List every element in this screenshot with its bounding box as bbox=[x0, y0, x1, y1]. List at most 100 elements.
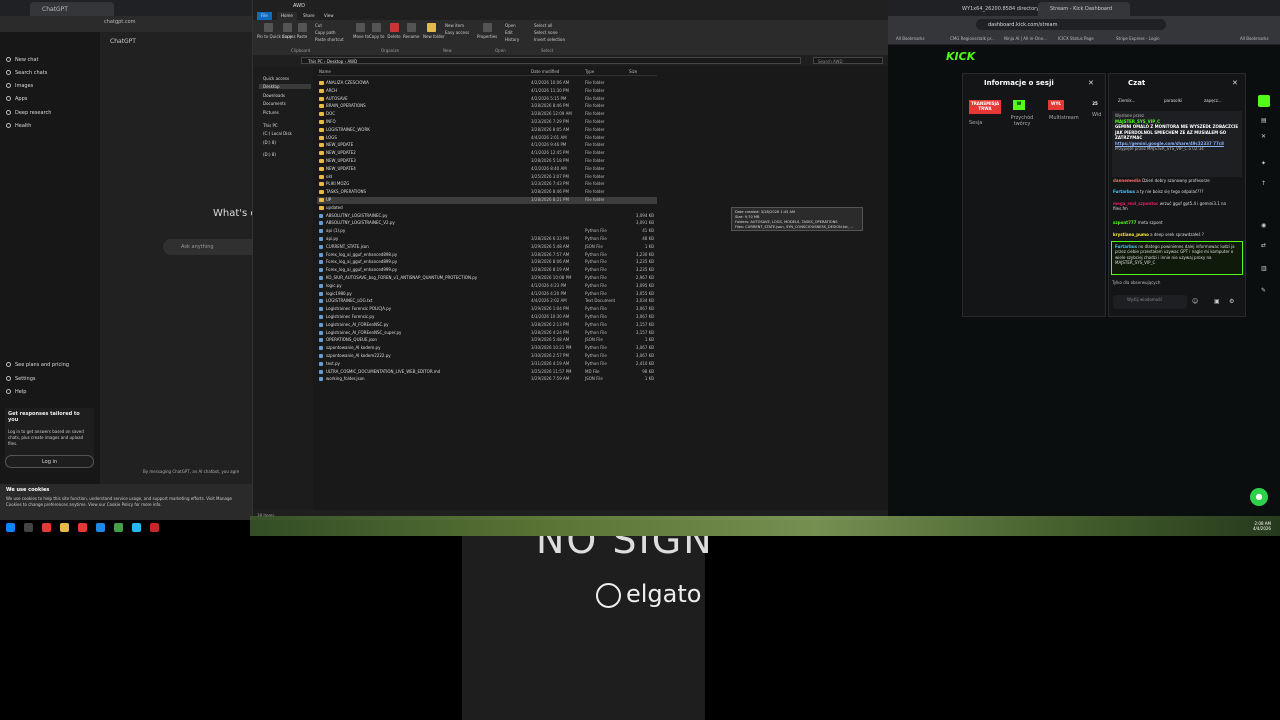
nav-drive-d[interactable]: (D:) 8) bbox=[263, 140, 276, 145]
nav-downloads[interactable]: Downloads bbox=[263, 93, 285, 98]
check-icon[interactable] bbox=[1258, 95, 1270, 107]
ribbon-tab-file[interactable]: File bbox=[257, 12, 272, 20]
app-icon[interactable] bbox=[42, 523, 51, 532]
app-icon[interactable] bbox=[132, 523, 141, 532]
edit-button[interactable]: Edit bbox=[505, 30, 513, 35]
start-icon[interactable] bbox=[6, 523, 15, 532]
taskbar-clock[interactable]: 2:08 AM 4/4/2026 bbox=[1253, 521, 1271, 531]
cut-button[interactable]: Cut bbox=[315, 23, 322, 28]
kick-url-field[interactable]: dashboard.kick.com/stream bbox=[976, 19, 1166, 30]
invert-selection-button[interactable]: Invert selection bbox=[534, 37, 565, 42]
chat-top-user[interactable]: parasolki bbox=[1164, 98, 1182, 104]
sidebar-item-new-chat[interactable]: New chat bbox=[6, 57, 38, 63]
file-row[interactable]: PLIKI MOZG 3/23/2026 7:43 PM File folder bbox=[317, 181, 657, 188]
chat-icon[interactable]: ◉ bbox=[1261, 222, 1266, 229]
ribbon-tab-share[interactable]: Share bbox=[299, 12, 319, 20]
file-row[interactable]: NEW_UPDATE4 4/2/2026 8:40 AM File folder bbox=[317, 166, 657, 173]
paste-shortcut-button[interactable]: Paste shortcut bbox=[315, 37, 344, 42]
copy-to-button[interactable]: Copy to bbox=[369, 23, 384, 39]
tab-directory[interactable]: WY1x64_26200.8584 directory bbox=[950, 2, 1039, 16]
sidebar-item-search-chats[interactable]: Search chats bbox=[6, 70, 47, 76]
ribbon-tab-view[interactable]: View bbox=[320, 12, 338, 20]
explorer-address-bar[interactable]: This PC › Desktop › AWD bbox=[301, 57, 801, 64]
bookmark-item[interactable]: All Bookmarks bbox=[1240, 36, 1269, 41]
tools-icon[interactable]: ✦ bbox=[1261, 160, 1266, 167]
nav-this-pc[interactable]: This PC bbox=[263, 123, 278, 128]
copy-path-button[interactable]: Copy path bbox=[315, 30, 336, 35]
sidebar-item-health[interactable]: Health bbox=[6, 123, 31, 129]
easy-access-button[interactable]: Easy access bbox=[445, 30, 469, 35]
bookmark-item[interactable]: Ninja AI | All-in-One... bbox=[1004, 36, 1047, 41]
chat-username[interactable]: dannemedia bbox=[1113, 178, 1141, 183]
file-explorer-icon[interactable] bbox=[60, 523, 69, 532]
emote-icon[interactable]: ☺ bbox=[1192, 298, 1198, 305]
column-type[interactable]: Type bbox=[585, 69, 594, 74]
close-icon[interactable]: ✕ bbox=[1088, 79, 1094, 87]
file-row[interactable]: NEW_UPDATE 4/1/2026 9:46 PM File folder bbox=[317, 142, 657, 149]
file-row[interactable]: Logistrainec_AI_FOREenNSC.py 3/28/2026 2:… bbox=[317, 322, 657, 329]
file-row[interactable]: KO_SIUR_AUTOSAVE_bsg_FOREN_v1_ANTISNAP_Q… bbox=[317, 275, 657, 282]
app-icon[interactable] bbox=[150, 523, 159, 532]
file-row[interactable]: Forex_log_ai_gguf_enhanced898.py 3/28/202… bbox=[317, 252, 657, 259]
paste-button[interactable]: Paste bbox=[295, 23, 309, 39]
app-icon[interactable] bbox=[96, 523, 105, 532]
login-button[interactable]: Log in bbox=[5, 455, 94, 468]
chat-message-input[interactable]: Wyślij wiadomość bbox=[1113, 295, 1187, 309]
file-row[interactable]: Logistrainec Forensic.py 4/3/2026 10:30 A… bbox=[317, 314, 657, 321]
sidebar-item-apps[interactable]: Apps bbox=[6, 96, 27, 102]
nav-drive-d-alt[interactable]: (D:) 8) bbox=[263, 152, 276, 157]
settings-icon[interactable]: ⚙ bbox=[1229, 298, 1234, 305]
chat-top-user[interactable]: zapęcz... bbox=[1204, 98, 1222, 104]
link-icon[interactable]: ⇄ bbox=[1261, 242, 1266, 249]
file-row[interactable]: CURRENT_STATE.json 3/29/2026 5:48 AM JSON … bbox=[317, 244, 657, 251]
file-row[interactable]: LOGS 4/4/2026 2:01 AM File folder bbox=[317, 135, 657, 142]
copy-button[interactable]: Copy bbox=[281, 23, 293, 39]
chat-username[interactable]: szpont777 bbox=[1113, 220, 1136, 225]
close-icon[interactable]: ✕ bbox=[1232, 79, 1238, 87]
kick-logo[interactable]: KICK bbox=[946, 50, 975, 63]
wrench-icon[interactable]: ✎ bbox=[1261, 287, 1266, 294]
file-row[interactable]: NEW_UPDATE3 3/28/2026 5:18 PM File folder bbox=[317, 158, 657, 165]
file-row[interactable]: Forex_log_ai_gguf_enhanced999.py 3/28/202… bbox=[317, 267, 657, 274]
file-row[interactable]: working_folder.json 3/29/2026 7:59 AM JSON… bbox=[317, 376, 657, 383]
file-row[interactable]: szpontowanie_AI kodem.py 3/30/2026 10:21 … bbox=[317, 345, 657, 352]
file-row[interactable]: Forex_log_ai_gguf_enhanced899.py 3/28/202… bbox=[317, 259, 657, 266]
arrow-up-icon[interactable]: ↑ bbox=[1261, 180, 1266, 187]
nav-documents[interactable]: Documents bbox=[263, 101, 286, 106]
nav-quick-access[interactable]: Quick access bbox=[263, 76, 289, 81]
file-row[interactable]: ABSOLUTNY_LOGISTRAINEC.py 3,094 KB bbox=[317, 213, 657, 220]
column-name[interactable]: Name bbox=[319, 69, 331, 74]
app-icon[interactable] bbox=[78, 523, 87, 532]
breadcrumb-desktop[interactable]: Desktop bbox=[327, 59, 344, 64]
file-row[interactable]: logic.py 4/1/2026 4:23 PM Python File 3,095… bbox=[317, 283, 657, 290]
trash-icon[interactable]: ▥ bbox=[1261, 265, 1267, 272]
gift-icon[interactable]: ▣ bbox=[1214, 298, 1220, 305]
file-row[interactable]: ULTRA_COSMIC_DOCUMENTATION_LIVE_WEB_EDIT… bbox=[317, 369, 657, 376]
chatgpt-url-field[interactable]: chatgpt.com bbox=[92, 19, 242, 29]
sidebar-item-settings[interactable]: Settings bbox=[6, 376, 36, 382]
column-size[interactable]: Size bbox=[629, 69, 637, 74]
open-button[interactable]: Open bbox=[505, 23, 516, 28]
breadcrumb-this-pc[interactable]: This PC bbox=[308, 59, 323, 64]
history-button[interactable]: History bbox=[505, 37, 519, 42]
chatgpt-model-selector[interactable]: ChatGPT bbox=[110, 38, 136, 45]
explorer-search-input[interactable]: Search AWD bbox=[813, 57, 883, 64]
file-row[interactable]: test.py 3/31/2026 4:19 AM Python File 2,410… bbox=[317, 361, 657, 368]
sidebar-item-deep-research[interactable]: Deep research bbox=[6, 110, 51, 116]
close-panel-icon[interactable]: ✕ bbox=[1261, 133, 1266, 140]
file-row[interactable]: NEW_UPDATE2 4/1/2026 12:45 PM File folder bbox=[317, 150, 657, 157]
bookmark-item[interactable]: ICICX Status Page bbox=[1058, 36, 1094, 41]
file-row[interactable]: TASKS_OPERATIONS 3/28/2026 8:46 PM File fo… bbox=[317, 189, 657, 196]
move-to-button[interactable]: Move to bbox=[353, 23, 369, 39]
file-row[interactable]: szpontowanie_AI kodem2222.py 3/30/2026 2:… bbox=[317, 353, 657, 360]
delete-button[interactable]: Delete bbox=[387, 23, 401, 39]
file-row[interactable]: updated bbox=[317, 205, 657, 212]
chat-username[interactable]: Furtarbus bbox=[1113, 189, 1135, 194]
file-row[interactable]: api.py 3/28/2026 6:33 PM Python File 48 KB bbox=[317, 236, 657, 243]
file-row[interactable]: ANALIZA CZESCIOWA 4/2/2026 10:06 AM File f… bbox=[317, 80, 657, 87]
sidebar-item-plans[interactable]: See plans and pricing bbox=[6, 362, 69, 368]
pin-quick-access-button[interactable]: Pin to Quick access bbox=[257, 23, 296, 39]
layout-icon[interactable]: ▤ bbox=[1261, 117, 1267, 124]
chat-top-user[interactable]: Ziemik... bbox=[1118, 98, 1135, 104]
select-all-button[interactable]: Select all bbox=[534, 23, 552, 28]
